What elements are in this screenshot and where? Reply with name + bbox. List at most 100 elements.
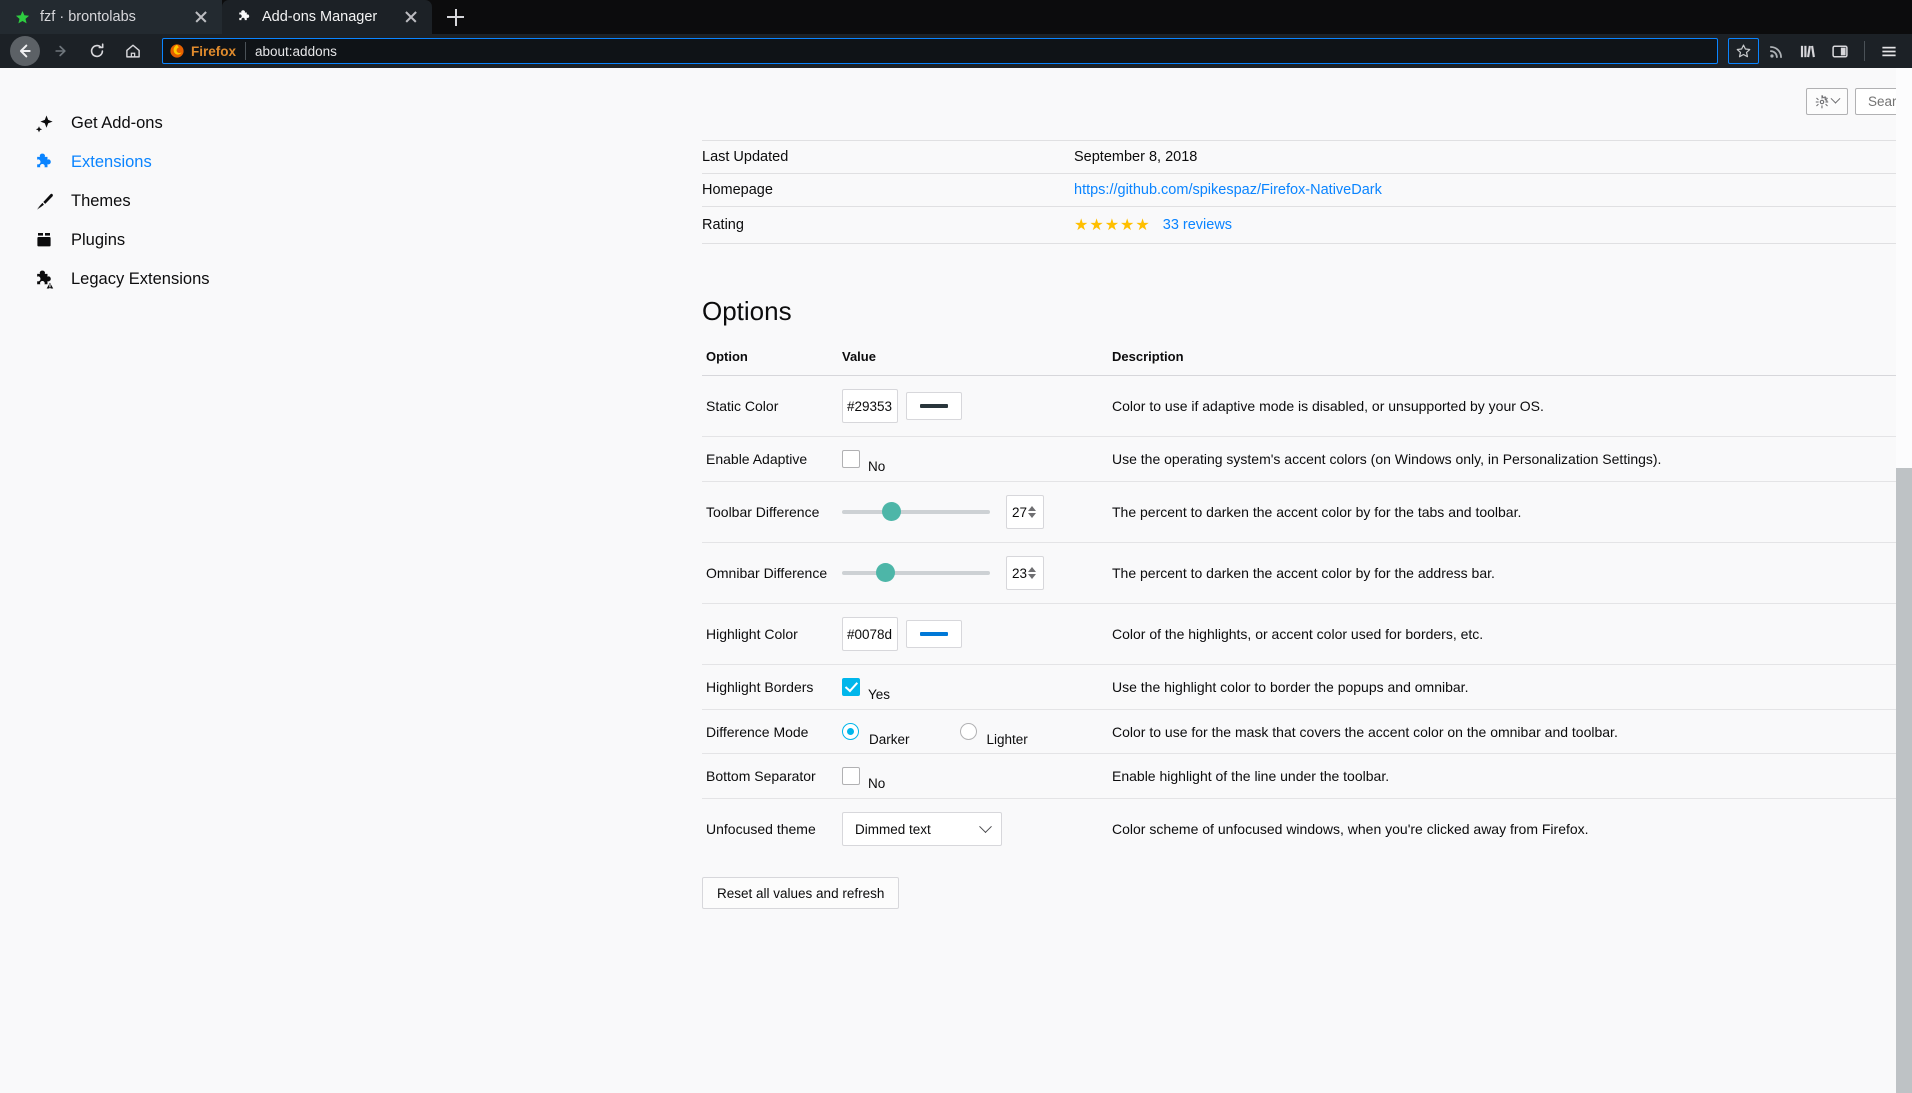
menu-hamburger-icon[interactable]: [1874, 37, 1904, 65]
address-bar[interactable]: Firefox about:addons: [162, 38, 1718, 64]
tab-addons-manager[interactable]: Add-ons Manager: [222, 0, 432, 34]
highlight-color-value: [842, 617, 1112, 651]
homepage-link[interactable]: https://github.com/spikespaz/Firefox-Nat…: [1074, 182, 1382, 198]
new-tab-button[interactable]: [438, 0, 472, 34]
addons-sidebar: Get Add-ons Extensions Themes Plugins Le…: [0, 68, 340, 1093]
static-color-value: [842, 389, 1112, 423]
option-label: Enable Adaptive: [702, 436, 842, 482]
sidebar-item-label: Get Add-ons: [71, 114, 163, 132]
option-label: Highlight Borders: [702, 664, 842, 710]
difference-mode-value: Darker Lighter: [842, 723, 1112, 747]
highlight-color-swatch-button[interactable]: [906, 620, 962, 648]
omnibar-difference-slider[interactable]: [842, 563, 990, 582]
sidebar-icon[interactable]: [1825, 37, 1855, 65]
spinner-arrows[interactable]: [1028, 567, 1037, 579]
difference-mode-radio-darker[interactable]: [842, 723, 859, 740]
radio-label-lighter: Lighter: [986, 732, 1028, 747]
scrollbar-thumb[interactable]: [1896, 468, 1912, 1093]
home-icon: [126, 44, 140, 58]
color-preview-line: [920, 404, 948, 408]
puzzle-warning-icon: [34, 269, 56, 291]
options-header-row: Option Value Description: [702, 349, 1912, 376]
spinner-value: 23: [1011, 565, 1028, 581]
bookmark-star-icon[interactable]: [1728, 38, 1759, 64]
puzzle-icon: [236, 9, 253, 26]
tab-label: fzf · brontolabs: [40, 9, 136, 25]
vertical-scrollbar[interactable]: [1896, 68, 1912, 1093]
option-row-enable-adaptive: Enable Adaptive No Use the operating sys…: [702, 436, 1912, 482]
close-icon[interactable]: [192, 8, 210, 26]
option-row-omnibar-difference: Omnibar Difference 23 The percent to dar…: [702, 542, 1912, 604]
puzzle-icon: [34, 152, 56, 174]
sidebar-item-legacy-extensions[interactable]: Legacy Extensions: [0, 260, 340, 299]
chevron-down-icon[interactable]: [1028, 513, 1037, 518]
static-color-swatch-button[interactable]: [906, 392, 962, 420]
option-description: The percent to darken the accent color b…: [1112, 542, 1912, 604]
reset-values-button[interactable]: Reset all values and refresh: [702, 877, 900, 909]
select-value: Dimmed text: [855, 821, 931, 837]
forward-button[interactable]: [44, 36, 78, 66]
option-description: Enable highlight of the line under the t…: [1112, 753, 1912, 799]
static-color-input[interactable]: [842, 389, 898, 423]
close-icon[interactable]: [402, 8, 420, 26]
reviews-link[interactable]: 33 reviews: [1163, 217, 1232, 233]
gear-icon: [1815, 94, 1829, 108]
url-text[interactable]: about:addons: [255, 44, 1711, 59]
option-label: Omnibar Difference: [702, 542, 842, 604]
sidebar-item-label: Plugins: [71, 231, 126, 249]
slider-thumb[interactable]: [881, 502, 901, 521]
info-value: September 8, 2018: [1074, 140, 1912, 174]
sidebar-item-label: Extensions: [71, 153, 152, 171]
spinner-arrows[interactable]: [1028, 506, 1037, 518]
back-button[interactable]: [8, 36, 42, 66]
tools-dropdown-button[interactable]: [1806, 88, 1848, 115]
browser-window: fzf · brontolabs Add-ons Manager Firefox…: [0, 0, 1912, 1093]
sidebar-item-get-addons[interactable]: Get Add-ons: [0, 104, 340, 143]
option-row-bottom-separator: Bottom Separator No Enable highlight of …: [702, 753, 1912, 799]
reload-button[interactable]: [80, 36, 114, 66]
brush-icon: [34, 191, 56, 213]
radio-label-darker: Darker: [869, 732, 910, 747]
unfocused-theme-select[interactable]: Dimmed text: [842, 812, 1002, 846]
omnibar-difference-spinner[interactable]: 23: [1006, 556, 1044, 590]
option-row-toolbar-difference: Toolbar Difference 27 The percent to dar…: [702, 481, 1912, 543]
toolbar-difference-spinner[interactable]: 27: [1006, 495, 1044, 529]
navigation-toolbar: Firefox about:addons: [0, 34, 1912, 68]
rss-feed-icon[interactable]: [1761, 37, 1791, 65]
tab-fzf-brontolabs[interactable]: fzf · brontolabs: [0, 0, 222, 34]
option-label: Static Color: [702, 375, 842, 437]
chevron-down-icon[interactable]: [1028, 574, 1037, 579]
highlight-borders-checkbox[interactable]: [842, 678, 860, 696]
toolbar-divider: [1864, 41, 1865, 61]
sidebar-item-extensions[interactable]: Extensions: [0, 143, 340, 182]
option-row-highlight-borders: Highlight Borders Yes Use the highlight …: [702, 664, 1912, 710]
enable-adaptive-checkbox[interactable]: [842, 450, 860, 468]
sidebar-item-themes[interactable]: Themes: [0, 182, 340, 221]
star-icon: [14, 9, 31, 26]
highlight-color-input[interactable]: [842, 617, 898, 651]
option-row-difference-mode: Difference Mode Darker Lighter Color to …: [702, 709, 1912, 754]
slider-thumb[interactable]: [876, 563, 896, 582]
spinner-value: 27: [1011, 504, 1028, 520]
difference-mode-radio-lighter[interactable]: [959, 723, 977, 740]
reload-icon: [90, 43, 104, 58]
option-label: Difference Mode: [702, 709, 842, 754]
highlight-borders-state: Yes: [868, 687, 891, 702]
chevron-up-icon[interactable]: [1028, 506, 1037, 511]
toolbar-difference-slider[interactable]: [842, 502, 990, 521]
sidebar-item-plugins[interactable]: Plugins: [0, 221, 340, 260]
identity-box[interactable]: Firefox: [169, 42, 247, 60]
identity-label: Firefox: [191, 43, 237, 59]
back-arrow-icon: [19, 44, 31, 58]
chevron-up-icon[interactable]: [1028, 567, 1037, 572]
option-description: Color to use for the mask that covers th…: [1112, 709, 1912, 754]
sparkle-icon: [34, 113, 56, 135]
home-button[interactable]: [116, 36, 150, 66]
forward-arrow-icon: [55, 45, 66, 57]
library-icon[interactable]: [1793, 37, 1823, 65]
option-label: Highlight Color: [702, 603, 842, 665]
bottom-separator-checkbox[interactable]: [842, 767, 860, 785]
column-header-description: Description: [1112, 349, 1912, 376]
option-row-unfocused-theme: Unfocused theme Dimmed text Color scheme…: [702, 799, 1912, 860]
option-label: Bottom Separator: [702, 753, 842, 799]
